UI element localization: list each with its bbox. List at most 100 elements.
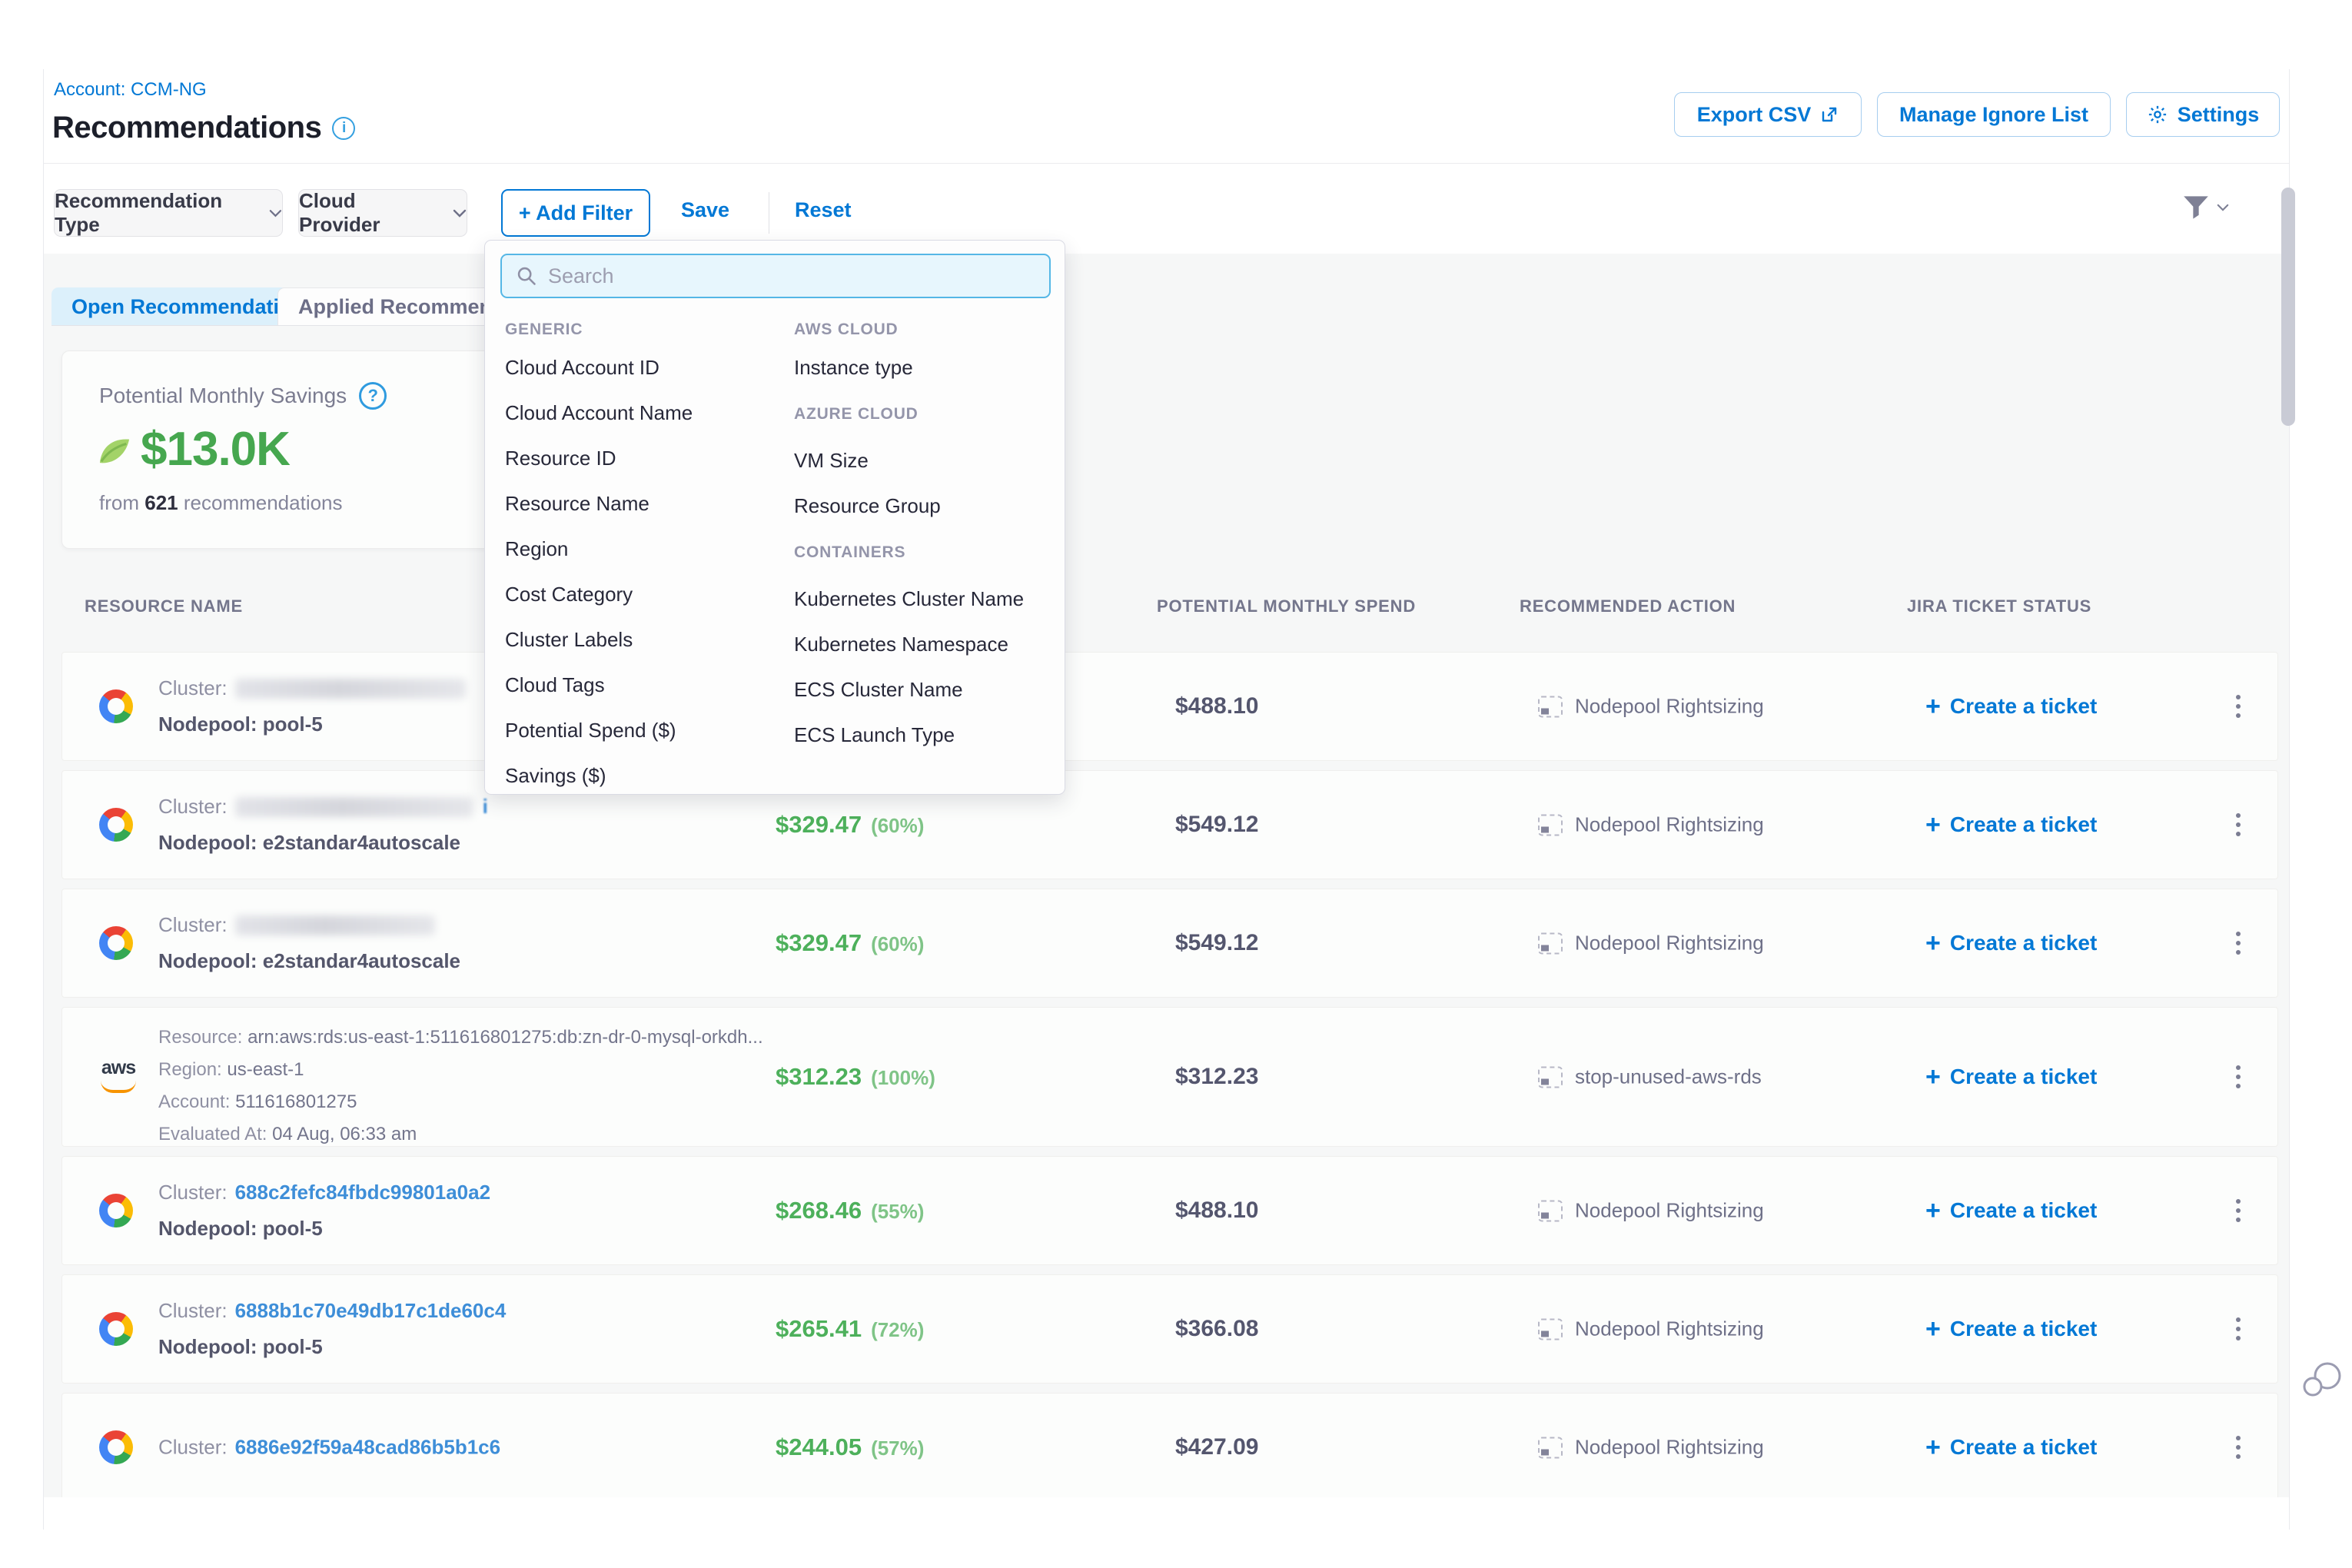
filter-option[interactable]: Region	[505, 527, 786, 572]
nodepool-icon	[1538, 1437, 1563, 1458]
gcp-icon	[99, 1194, 133, 1227]
redacted-fragment: i	[483, 795, 488, 819]
kebab-menu-icon[interactable]	[2231, 1061, 2245, 1093]
filter-option[interactable]: Kubernetes Namespace	[794, 622, 1048, 667]
filter-option[interactable]: Cost Category	[505, 572, 786, 617]
savings-cell: $312.23(100%)	[776, 1063, 935, 1091]
create-ticket-link[interactable]: +Create a ticket	[1925, 812, 2097, 838]
create-ticket-link[interactable]: +Create a ticket	[1925, 1434, 2097, 1460]
header-actions: Export CSV Manage Ignore List Settings	[1674, 92, 2280, 137]
filter-option[interactable]: VM Size	[794, 438, 1048, 483]
chevron-down-icon	[453, 209, 467, 218]
savings-cell: $244.05(57%)	[776, 1433, 924, 1461]
col-header-recommended-action: RECOMMENDED ACTION	[1520, 596, 1736, 616]
filter-option[interactable]: Resource Group	[794, 483, 1048, 529]
nodepool-icon	[1538, 932, 1563, 954]
col-header-resource-name: RESOURCE NAME	[85, 596, 243, 616]
section-header-containers: CONTAINERS	[794, 529, 1048, 576]
table-row[interactable]: Cluster: Nodepool: e2standar4autoscale $…	[61, 889, 2278, 998]
kebab-menu-icon[interactable]	[2231, 1313, 2245, 1345]
create-ticket-link[interactable]: +Create a ticket	[1925, 693, 2097, 719]
gear-icon	[2147, 104, 2168, 125]
funnel-icon	[2183, 195, 2209, 220]
filter-option[interactable]: Cluster Labels	[505, 617, 786, 663]
filter-option[interactable]: Resource Name	[505, 481, 786, 527]
create-ticket-link[interactable]: +Create a ticket	[1925, 1064, 2097, 1090]
manage-ignore-list-button[interactable]: Manage Ignore List	[1877, 92, 2111, 137]
kebab-menu-icon[interactable]	[2231, 927, 2245, 959]
col-header-potential-monthly-spend: POTENTIAL MONTHLY SPEND	[1157, 596, 1416, 616]
redacted-cluster-name	[235, 797, 473, 817]
filter-recommendation-type[interactable]: Recommendation Type	[54, 189, 283, 237]
export-csv-button[interactable]: Export CSV	[1674, 92, 1862, 137]
filter-option[interactable]: ECS Launch Type	[794, 713, 1048, 758]
filter-option[interactable]: Potential Spend ($)	[505, 708, 786, 753]
spend-cell: $312.23	[1175, 1064, 1258, 1090]
settings-button[interactable]: Settings	[2126, 92, 2280, 137]
gcp-icon	[99, 689, 133, 723]
reset-filter-button[interactable]: Reset	[795, 198, 852, 222]
create-ticket-link[interactable]: +Create a ticket	[1925, 1198, 2097, 1224]
savings-cell: $329.47(60%)	[776, 811, 924, 839]
filter-option[interactable]: Kubernetes Cluster Name	[794, 576, 1048, 622]
kebab-menu-icon[interactable]	[2231, 690, 2245, 723]
table-row[interactable]: Cluster:i Nodepool: e2standar4autoscale …	[61, 770, 2278, 879]
filter-option[interactable]: Cloud Account Name	[505, 390, 786, 436]
filter-cloud-provider[interactable]: Cloud Provider	[298, 189, 467, 237]
spend-cell: $488.10	[1175, 1198, 1258, 1224]
help-icon[interactable]	[359, 382, 387, 410]
kebab-menu-icon[interactable]	[2231, 809, 2245, 841]
breadcrumb-account[interactable]: Account: CCM-NG	[54, 79, 207, 101]
filter-option[interactable]: Cloud Tags	[505, 663, 786, 708]
gcp-icon	[99, 926, 133, 960]
cluster-link[interactable]: 688c2fefc84fbdc99801a0a2	[235, 1181, 490, 1204]
savings-cell: $268.46(55%)	[776, 1197, 924, 1224]
savings-card-title: Potential Monthly Savings	[99, 382, 387, 410]
gcp-icon	[99, 808, 133, 842]
recommended-action-cell: Nodepool Rightsizing	[1538, 1199, 1764, 1223]
filter-option[interactable]: Cloud Account ID	[505, 345, 786, 390]
filter-panel-toggle[interactable]	[2183, 195, 2229, 220]
table-row[interactable]: Cluster:6886e92f59a48cad86b5b1c6 $244.05…	[61, 1393, 2278, 1497]
add-filter-dropdown: GENERIC Cloud Account ID Cloud Account N…	[484, 240, 1065, 795]
savings-amount: $13.0K	[96, 422, 290, 477]
nodepool-icon	[1538, 1066, 1563, 1088]
dropdown-cloud-column: AWS CLOUD Instance type AZURE CLOUD VM S…	[794, 314, 1048, 758]
resource-cell: Cluster:i Nodepool: e2standar4autoscale	[158, 795, 488, 855]
page-title: Recommendations	[52, 111, 355, 145]
header-divider	[44, 163, 2289, 164]
resource-cell: Cluster: Nodepool: e2standar4autoscale	[158, 913, 460, 973]
scrollbar-thumb[interactable]	[2281, 188, 2295, 426]
spend-cell: $549.12	[1175, 930, 1258, 956]
cluster-link[interactable]: 6886e92f59a48cad86b5b1c6	[235, 1436, 501, 1460]
info-icon[interactable]	[332, 117, 355, 140]
resource-cell: Resource: arn:aws:rds:us-east-1:51161680…	[158, 1022, 763, 1151]
add-filter-button[interactable]: + Add Filter	[501, 189, 650, 237]
table-row[interactable]: aws Resource: arn:aws:rds:us-east-1:5116…	[61, 1007, 2278, 1147]
leaf-icon	[96, 434, 133, 466]
help-chat-icon[interactable]	[2301, 1357, 2346, 1412]
filter-option[interactable]: Instance type	[794, 345, 1048, 390]
section-header-aws-cloud: AWS CLOUD	[794, 314, 1048, 345]
filter-option[interactable]: Resource ID	[505, 436, 786, 481]
kebab-menu-icon[interactable]	[2231, 1431, 2245, 1463]
savings-cell: $265.41(72%)	[776, 1315, 924, 1343]
gcp-icon	[99, 1430, 133, 1464]
redacted-cluster-name	[235, 679, 466, 699]
table-row[interactable]: Cluster:688c2fefc84fbdc99801a0a2 Nodepoo…	[61, 1156, 2278, 1265]
filter-option[interactable]: ECS Cluster Name	[794, 667, 1048, 713]
create-ticket-link[interactable]: +Create a ticket	[1925, 930, 2097, 956]
save-filter-button[interactable]: Save	[681, 198, 729, 222]
resource-cell: Cluster:6888b1c70e49db17c1de60c4 Nodepoo…	[158, 1299, 506, 1359]
gcp-icon	[99, 1312, 133, 1346]
filter-option[interactable]: Savings ($)	[505, 753, 786, 799]
table-row[interactable]: Cluster:6888b1c70e49db17c1de60c4 Nodepoo…	[61, 1274, 2278, 1384]
search-icon	[516, 265, 537, 287]
kebab-menu-icon[interactable]	[2231, 1194, 2245, 1227]
create-ticket-link[interactable]: +Create a ticket	[1925, 1316, 2097, 1342]
table-row[interactable]: Cluster: Nodepool: pool-5 $488.10 Nodepo…	[61, 652, 2278, 761]
dropdown-search[interactable]	[500, 254, 1051, 298]
search-input[interactable]	[548, 264, 1035, 288]
cluster-link[interactable]: 6888b1c70e49db17c1de60c4	[235, 1299, 507, 1323]
col-header-jira-ticket-status: JIRA TICKET STATUS	[1907, 596, 2091, 616]
